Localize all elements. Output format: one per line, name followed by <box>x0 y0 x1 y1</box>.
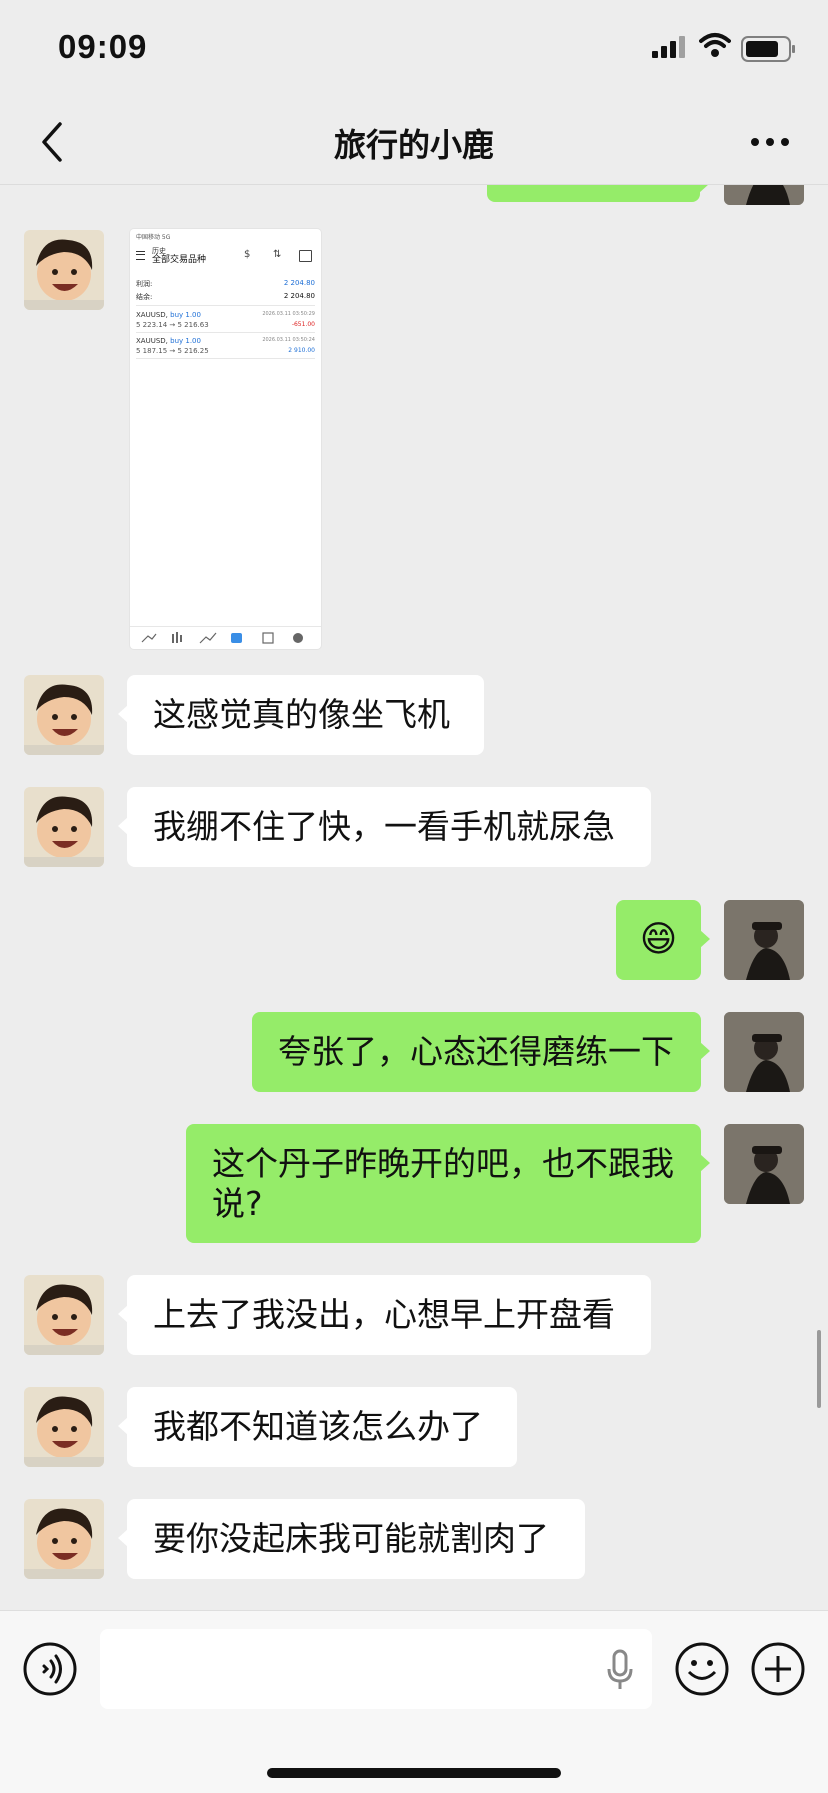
message-bubble-incoming[interactable]: 要你没起床我可能就割肉了 <box>118 1499 585 1579</box>
message-bubble-outgoing[interactable]: 夸张了，心态还得磨练一下 <box>252 1012 710 1092</box>
avatar-self[interactable] <box>724 1012 804 1092</box>
currency-icon: $ <box>244 249 251 260</box>
grinning-emoji: 😄 <box>639 919 678 960</box>
status-time: 09:09 <box>58 28 148 65</box>
calendar-icon <box>299 250 312 262</box>
attachment-status: 中国移动 5G <box>136 234 171 241</box>
message-text: 这感觉真的像坐飞机 <box>153 695 450 734</box>
message-text: 要你没起床我可能就割肉了 <box>153 1519 549 1558</box>
message-bubble-incoming[interactable]: 这感觉真的像坐飞机 <box>118 675 484 755</box>
message-list[interactable]: 中国移动 5G 历史 全部交易品种 $ ⇅ 利润: 2 204.80 结余: 2… <box>0 185 828 1610</box>
trade-row-prices: 5 223.14 → 5 216.63 -651.00 <box>136 321 315 329</box>
message-bubble-incoming[interactable]: 上去了我没出，心想早上开盘看 <box>118 1275 651 1355</box>
message-text: 我都不知道该怎么办了 <box>153 1407 483 1446</box>
chat-header: 旅行的小鹿 <box>0 100 828 185</box>
message-bubble-outgoing[interactable]: 😄 <box>616 900 710 980</box>
avatar-contact[interactable] <box>24 1275 104 1355</box>
cellular-signal-icon <box>652 36 685 58</box>
message-bubble-outgoing[interactable]: 这个丹子昨晚开的吧，也不跟我说? <box>186 1124 710 1243</box>
chat-title: 旅行的小鹿 <box>333 126 494 164</box>
sort-icon: ⇅ <box>273 249 282 260</box>
scrollbar[interactable] <box>817 1330 821 1408</box>
profit-value: 2 204.80 <box>283 279 315 287</box>
avatar-contact[interactable] <box>24 1499 104 1579</box>
balance-label: 结余: <box>136 293 153 301</box>
battery-icon <box>741 36 795 62</box>
message-input[interactable] <box>100 1629 652 1709</box>
attachment-title: 全部交易品种 <box>152 255 207 265</box>
profit-label: 利润: <box>136 280 153 288</box>
home-indicator <box>267 1768 561 1778</box>
microphone-icon[interactable] <box>606 1647 634 1691</box>
balance-row: 结余: 2 204.80 <box>136 292 315 302</box>
message-composer <box>0 1610 828 1793</box>
message-bubble-incoming[interactable]: 我都不知道该怎么办了 <box>118 1387 517 1467</box>
trade-row-prices: 5 187.15 → 5 216.25 2 910.00 <box>136 347 315 355</box>
message-text: 这个丹子昨晚开的吧，也不跟我说? <box>212 1144 674 1223</box>
message-text: 夸张了，心态还得磨练一下 <box>278 1032 674 1071</box>
balance-value: 2 204.80 <box>283 292 315 300</box>
status-bar: 09:09 <box>0 0 828 100</box>
message-text: 我绷不住了快，一看手机就尿急 <box>153 807 615 846</box>
avatar-contact[interactable] <box>24 675 104 755</box>
wifi-icon <box>699 33 731 57</box>
trade-row: XAUUSD, buy 1.00 2026.03.11 03:50:29 <box>136 311 315 319</box>
image-attachment-trade-history[interactable]: 中国移动 5G 历史 全部交易品种 $ ⇅ 利润: 2 204.80 结余: 2… <box>130 229 321 649</box>
avatar-self[interactable] <box>724 185 804 205</box>
message-bubble-outgoing-partial[interactable] <box>487 185 709 202</box>
message-text: 上去了我没出，心想早上开盘看 <box>153 1295 615 1334</box>
avatar-contact[interactable] <box>24 787 104 867</box>
message-bubble-incoming[interactable]: 我绷不住了快，一看手机就尿急 <box>118 787 651 867</box>
more-horizontal-icon[interactable] <box>750 136 790 148</box>
trade-row: XAUUSD, buy 1.00 2026.03.11 03:50:24 <box>136 337 315 345</box>
voice-mode-icon[interactable] <box>22 1641 78 1697</box>
avatar-contact[interactable] <box>24 1387 104 1467</box>
menu-icon <box>136 251 145 260</box>
attachment-header: 历史 全部交易品种 <box>152 247 206 265</box>
avatar-contact[interactable] <box>24 230 104 310</box>
emoji-icon[interactable] <box>674 1641 730 1697</box>
plus-icon[interactable] <box>750 1641 806 1697</box>
attachment-tab-bar <box>130 626 321 649</box>
profit-row: 利润: 2 204.80 <box>136 279 315 289</box>
avatar-self[interactable] <box>724 900 804 980</box>
avatar-self[interactable] <box>724 1124 804 1204</box>
